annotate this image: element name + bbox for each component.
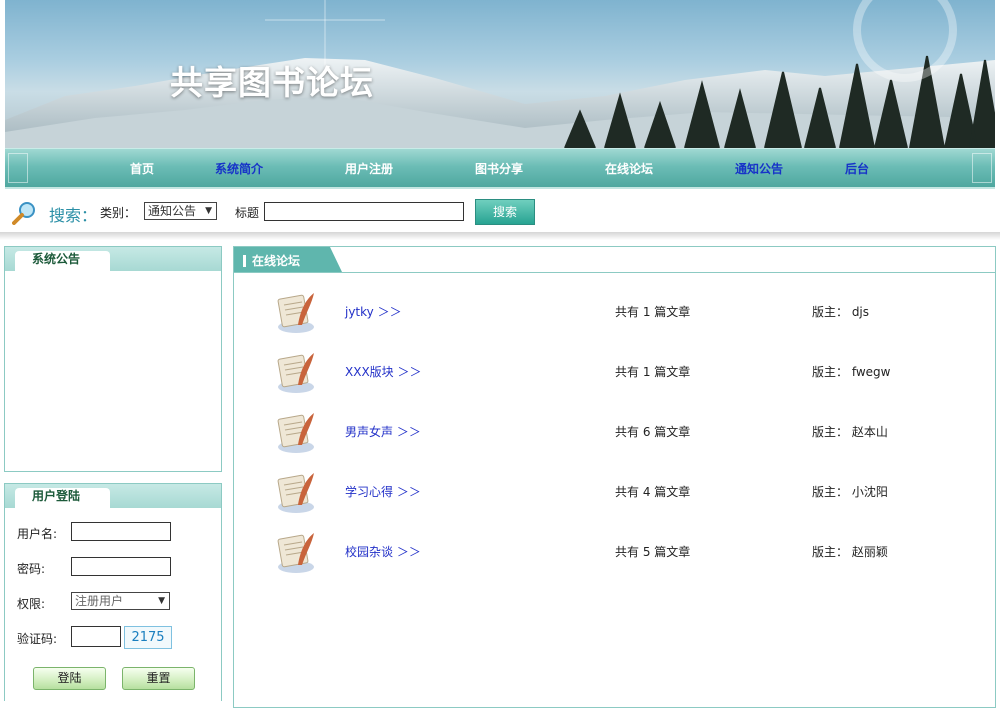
board-row: 校园杂谈 ＞＞ 共有 5 篇文章 版主： 赵丽颖 bbox=[234, 533, 995, 609]
title-label: 标题 bbox=[235, 206, 260, 220]
login-button[interactable]: 登陆 bbox=[33, 667, 106, 690]
board-name-link[interactable]: 校园杂谈 ＞＞ bbox=[345, 543, 421, 560]
nav-item-about[interactable]: 系统简介 bbox=[215, 160, 263, 177]
username-label: 用户名: bbox=[17, 527, 58, 541]
main-nav: 首页 系统简介 用户注册 图书分享 在线论坛 通知公告 后台 bbox=[5, 148, 995, 189]
reset-button[interactable]: 重置 bbox=[122, 667, 195, 690]
scroll-quill-icon bbox=[277, 413, 314, 453]
header-banner: 共享图书论坛 bbox=[5, 0, 995, 148]
nav-item-register[interactable]: 用户注册 bbox=[345, 160, 393, 177]
board-name-link[interactable]: 男声女声 ＞＞ bbox=[345, 423, 421, 440]
board-moderator: 版主： 赵丽颖 bbox=[812, 545, 888, 559]
password-label: 密码: bbox=[17, 562, 46, 576]
username-input[interactable] bbox=[71, 522, 171, 541]
board-article-count: 共有 1 篇文章 bbox=[615, 305, 691, 319]
search-label: 搜索： bbox=[49, 206, 98, 225]
forum-panel-title: 在线论坛 bbox=[252, 254, 301, 268]
nav-ornament-left bbox=[8, 153, 28, 183]
board-moderator: 版主： fwegw bbox=[812, 365, 891, 379]
board-row: 男声女声 ＞＞ 共有 6 篇文章 版主： 赵本山 bbox=[234, 413, 995, 489]
board-row: jytky ＞＞ 共有 1 篇文章 版主： djs bbox=[234, 293, 995, 369]
scroll-quill-icon bbox=[277, 533, 314, 573]
nav-item-notices[interactable]: 通知公告 bbox=[735, 160, 783, 177]
board-article-count: 共有 4 篇文章 bbox=[615, 485, 691, 499]
password-input[interactable] bbox=[71, 557, 171, 576]
nav-item-book-share[interactable]: 图书分享 bbox=[475, 160, 523, 177]
board-moderator: 版主： 小沈阳 bbox=[812, 485, 888, 499]
notice-panel-title: 系统公告 bbox=[15, 251, 110, 272]
nav-item-forum[interactable]: 在线论坛 bbox=[605, 160, 653, 177]
board-name-link[interactable]: 学习心得 ＞＞ bbox=[345, 483, 421, 500]
board-moderator: 版主： 赵本山 bbox=[812, 425, 888, 439]
nav-item-admin[interactable]: 后台 bbox=[845, 160, 869, 177]
board-article-count: 共有 1 篇文章 bbox=[615, 365, 691, 379]
board-name-link[interactable]: XXX版块 ＞＞ bbox=[345, 363, 421, 380]
role-label: 权限: bbox=[17, 597, 46, 611]
nav-item-home[interactable]: 首页 bbox=[130, 160, 154, 177]
board-moderator: 版主： djs bbox=[812, 305, 870, 319]
category-label: 类别： bbox=[100, 206, 137, 220]
captcha-image[interactable]: 2175 bbox=[124, 626, 172, 649]
login-panel-title: 用户登陆 bbox=[15, 488, 110, 509]
site-title: 共享图书论坛 bbox=[170, 63, 374, 102]
role-select[interactable]: 注册用户 ▼ bbox=[71, 592, 170, 610]
board-name-link[interactable]: jytky ＞＞ bbox=[345, 303, 402, 320]
scroll-quill-icon bbox=[277, 473, 314, 513]
scroll-quill-icon bbox=[277, 293, 314, 333]
board-row: 学习心得 ＞＞ 共有 4 篇文章 版主： 小沈阳 bbox=[234, 473, 995, 549]
magnifier-icon bbox=[12, 202, 35, 225]
category-select-value: 通知公告 bbox=[148, 204, 197, 218]
board-article-count: 共有 5 篇文章 bbox=[615, 545, 691, 559]
board-row: XXX版块 ＞＞ 共有 1 篇文章 版主： fwegw bbox=[234, 353, 995, 429]
role-select-value: 注册用户 bbox=[75, 594, 124, 608]
scroll-quill-icon bbox=[277, 353, 314, 393]
search-bar: 搜索： 类别： 通知公告 ▼ 标题 搜索 bbox=[0, 192, 1000, 232]
notice-panel: 系统公告 bbox=[4, 246, 222, 472]
search-button[interactable]: 搜索 bbox=[475, 199, 535, 225]
title-search-input[interactable] bbox=[264, 202, 464, 221]
divider bbox=[0, 232, 1000, 240]
captcha-label: 验证码: bbox=[17, 632, 58, 646]
board-article-count: 共有 6 篇文章 bbox=[615, 425, 691, 439]
chevron-down-icon: ▼ bbox=[158, 596, 165, 606]
category-select[interactable]: 通知公告 ▼ bbox=[144, 202, 217, 220]
captcha-input[interactable] bbox=[71, 626, 121, 647]
forum-panel: 在线论坛 jytky ＞＞ 共有 1 篇文章 版主： djs XXX版块 ＞＞ … bbox=[233, 246, 996, 708]
nav-ornament-right bbox=[972, 153, 992, 183]
mountain-landscape-image bbox=[5, 0, 995, 148]
chevron-down-icon: ▼ bbox=[205, 206, 212, 216]
